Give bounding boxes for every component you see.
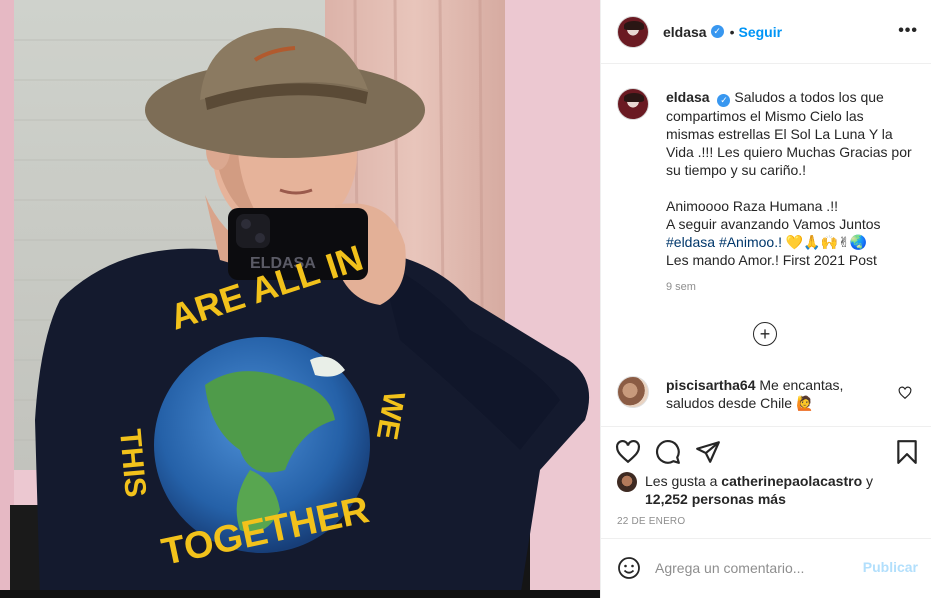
caption-timestamp[interactable]: 9 sem xyxy=(666,281,922,293)
post-side-panel: eldasa ✓ • Seguir ••• eldasa ✓ Saludos a… xyxy=(600,0,931,598)
emoji-smiley-icon[interactable] xyxy=(617,556,641,580)
caption-line-4: Vida .!!! Les quiero Muchas Gracias por xyxy=(666,143,912,160)
likes-prefix: Les gusta a xyxy=(645,473,718,489)
like-heart-icon[interactable] xyxy=(615,439,641,465)
commenter-avatar[interactable] xyxy=(617,376,649,408)
shirt-text-left: THIS xyxy=(113,428,152,499)
comment-body-1: Me encantas, xyxy=(759,377,844,393)
liker-username[interactable]: catherinepaolacastro xyxy=(721,473,862,489)
comment-text: piscisartha64 Me encantas, saludos desde… xyxy=(666,376,881,412)
hashtag-animoo[interactable]: #Animoo.! xyxy=(719,234,782,250)
verified-badge-icon: ✓ xyxy=(710,25,724,38)
comment-item: piscisartha64 Me encantas, saludos desde… xyxy=(617,376,922,412)
caption-line-3: mismas estrellas El Sol La Luna Y la xyxy=(666,125,893,142)
post-header: eldasa ✓ • Seguir ••• xyxy=(601,0,931,64)
caption-line-2: compartimos el Mismo Cielo las xyxy=(666,107,864,124)
separator-dot: • xyxy=(729,23,735,40)
commenter-username[interactable]: piscisartha64 xyxy=(666,377,756,393)
caption-line-9: Les mando Amor.! First 2021 Post xyxy=(666,251,877,268)
likes-connector: y xyxy=(866,473,874,489)
post-actions-bar xyxy=(601,426,931,474)
comment-body-2: saludos desde Chile 🙋 xyxy=(666,395,814,411)
likes-count[interactable]: 12,252 personas más xyxy=(645,491,786,507)
post-image: ELDASA ARE ALL IN THIS TOGETHER WE xyxy=(0,0,600,598)
comment-bubble-icon[interactable] xyxy=(655,439,681,465)
liker-avatar[interactable] xyxy=(617,472,637,492)
post-caption: eldasa ✓ Saludos a todos los que compart… xyxy=(617,88,922,293)
likes-summary: Les gusta a catherinepaolacastro y 12,25… xyxy=(617,472,917,508)
add-comment-bar: Publicar xyxy=(601,538,931,598)
hashtag-eldasa[interactable]: #eldasa xyxy=(666,234,715,250)
caption-line-5: su tiempo y su cariño.! xyxy=(666,161,807,178)
caption-emojis: 💛🙏🙌✌🌏 xyxy=(785,233,868,250)
caption-username[interactable]: eldasa xyxy=(666,89,710,105)
comment-input[interactable] xyxy=(655,558,865,578)
caption-line-7: A seguir avanzando Vamos Juntos xyxy=(666,215,881,232)
author-username[interactable]: eldasa xyxy=(663,24,707,40)
post-photo[interactable]: ELDASA ARE ALL IN THIS TOGETHER WE xyxy=(0,0,600,598)
save-bookmark-icon[interactable] xyxy=(894,439,920,465)
follow-button[interactable]: Seguir xyxy=(739,24,783,40)
caption-avatar[interactable] xyxy=(617,88,649,120)
caption-line-6: Animoooo Raza Humana .!! xyxy=(666,197,838,214)
load-more-comments-icon[interactable]: + xyxy=(753,322,777,346)
post-date[interactable]: 22 DE ENERO xyxy=(617,516,685,527)
publish-button[interactable]: Publicar xyxy=(863,559,918,575)
caption-line-1: Saludos a todos los que xyxy=(734,89,884,105)
more-options-icon[interactable]: ••• xyxy=(898,22,918,40)
verified-badge-icon: ✓ xyxy=(717,93,731,107)
comment-like-heart-icon[interactable] xyxy=(898,386,912,400)
share-send-icon[interactable] xyxy=(695,439,721,465)
caption-text: eldasa ✓ Saludos a todos los que compart… xyxy=(666,88,922,269)
author-avatar[interactable] xyxy=(617,15,649,48)
